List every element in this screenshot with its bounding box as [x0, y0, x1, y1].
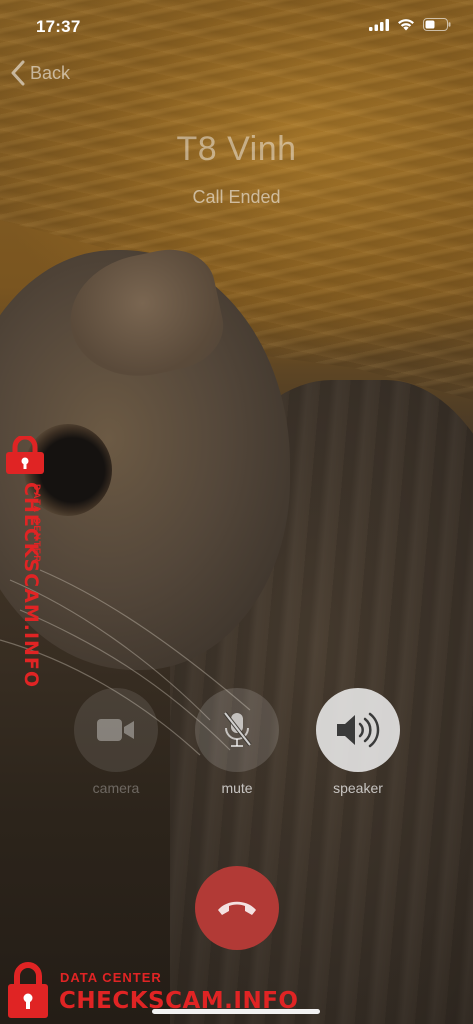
status-bar: 17:37	[0, 0, 473, 56]
home-indicator[interactable]	[152, 1009, 320, 1014]
mute-button[interactable]	[195, 688, 279, 772]
mute-label: mute	[221, 780, 253, 796]
microphone-muted-icon	[223, 711, 252, 747]
phone-hangup-icon	[218, 901, 256, 915]
wifi-icon	[398, 19, 414, 31]
back-button[interactable]: Back	[10, 60, 70, 86]
cellular-signal-icon	[369, 18, 389, 31]
padlock-icon	[6, 436, 44, 474]
speaker-button[interactable]	[316, 688, 400, 772]
watermark-top-text: DATA CENTER	[32, 484, 42, 564]
speaker-label: speaker	[333, 780, 383, 796]
speaker-icon	[337, 712, 380, 748]
status-icons	[369, 18, 451, 31]
end-call-button[interactable]	[195, 866, 279, 950]
watermark-side: CHECKSCAM.INFO DATA CENTER	[0, 436, 50, 688]
back-label: Back	[30, 62, 71, 83]
battery-icon	[423, 18, 451, 31]
video-camera-icon	[97, 719, 134, 741]
chevron-left-icon	[11, 60, 25, 86]
call-status: Call Ended	[192, 187, 281, 207]
status-time: 17:37	[36, 17, 81, 36]
padlock-icon	[8, 962, 48, 1018]
watermark-top-text: DATA CENTER	[60, 970, 162, 985]
camera-label: camera	[92, 780, 140, 796]
camera-button[interactable]	[74, 688, 158, 772]
contact-name: T8 Vinh	[176, 130, 297, 168]
